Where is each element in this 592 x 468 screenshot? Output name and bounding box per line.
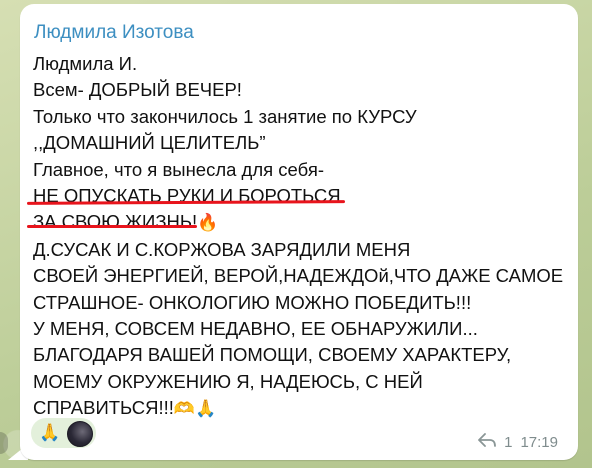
message-line: НЕ ОПУСКАТЬ РУКИ И БОРОТЬСЯ	[33, 185, 341, 207]
reply-count[interactable]: 1	[504, 434, 512, 451]
message-text: Людмила И. Всем- ДОБРЫЙ ВЕЧЕР! Только чт…	[33, 51, 573, 423]
message-line: Д.СУСАК И С.КОРЖОВА ЗАРЯДИЛИ МЕНЯ	[33, 238, 411, 260]
message-line: Только что закончилось 1 занятие по КУРС…	[33, 105, 417, 127]
message-meta: 1 17:19	[478, 433, 558, 451]
sender-name[interactable]: Людмила Изотова	[34, 22, 194, 44]
message-line: У МЕНЯ, СОВСЕМ НЕДАВНО, ЕЕ ОБНАРУЖИЛИ...	[33, 318, 478, 340]
message-line: Главное, что я вынесла для себя-	[33, 158, 325, 180]
message-line: СТРАШНОЕ- ОНКОЛОГИЮ МОЖНО ПОБЕДИТЬ!!!	[33, 291, 472, 313]
message-line: Всем- ДОБРЫЙ ВЕЧЕР!	[33, 79, 242, 101]
message-line-with-emoji: СПРАВИТЬСЯ!!!🫶🙏	[33, 395, 573, 422]
fire-emoji: 🔥	[197, 213, 219, 233]
message-line: ,,ДОМАШНИЙ ЦЕЛИТЕЛЬ”	[33, 132, 266, 154]
message-line: ЗА СВОЮ ЖИЗНЬ!	[33, 211, 198, 233]
heart-hands-pray-emoji: 🫶🙏	[173, 399, 217, 419]
red-underline-2	[27, 225, 197, 228]
message-line: СПРАВИТЬСЯ!!!	[33, 397, 174, 419]
message-line-with-emoji: ЗА СВОЮ ЖИЗНЬ!🔥	[33, 209, 573, 236]
reaction-chip[interactable]: 🙏	[31, 418, 96, 448]
message-line: СВОЕЙ ЭНЕРГИЕЙ, ВЕРОЙ,НАДЕЖДОй,ЧТО ДАЖЕ …	[33, 265, 564, 287]
reply-icon[interactable]	[478, 433, 497, 451]
message-time: 17:19	[520, 433, 558, 451]
message-line: БЛАГОДАРЯ ВАШЕЙ ПОМОЩИ, СВОЕМУ ХАРАКТЕРУ…	[33, 344, 512, 366]
reactor-avatar	[67, 421, 93, 447]
message-line: Людмила И.	[33, 53, 138, 74]
pray-reaction-icon: 🙏	[39, 423, 61, 442]
message-line: МОЕМУ ОКРУЖЕНИЮ Я, НАДЕЮСЬ, С НЕЙ	[33, 370, 423, 392]
